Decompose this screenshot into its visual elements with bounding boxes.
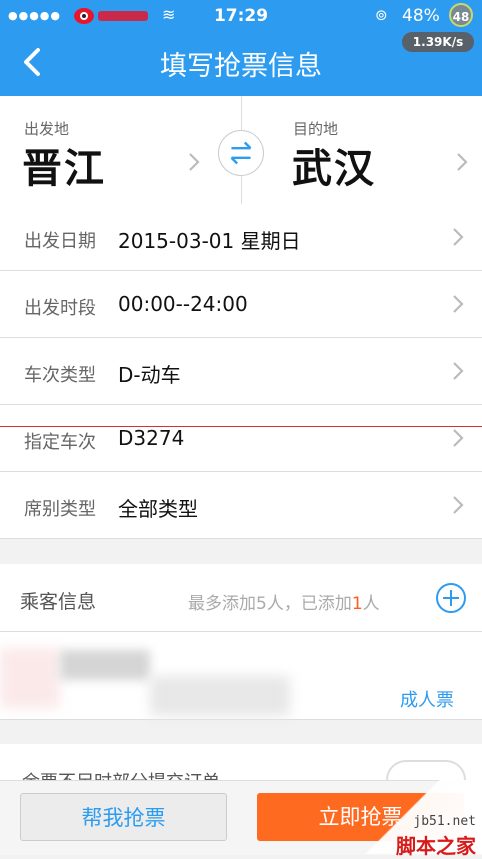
row-value: D-动车 <box>118 363 181 387</box>
from-station-name: 晋江 <box>22 146 106 192</box>
chevron-right-icon <box>453 295 464 313</box>
specified-train-row[interactable]: 指定车次 D3274 <box>0 405 482 472</box>
blurred-passenger-id <box>150 676 290 716</box>
row-label: 指定车次 <box>24 432 96 453</box>
chevron-right-icon <box>189 153 200 171</box>
row-value: 全部类型 <box>118 497 198 521</box>
annotation-line <box>0 426 482 427</box>
blurred-passenger-name <box>60 650 150 680</box>
battery-level: 48% <box>402 6 440 26</box>
help-grab-button[interactable]: 帮我抢票 <box>20 793 227 841</box>
train-type-row[interactable]: 车次类型 D-动车 <box>0 338 482 405</box>
passenger-row[interactable]: 成人票 <box>0 632 482 720</box>
chevron-right-icon <box>453 429 464 447</box>
watermark-name: 脚本之家 <box>396 834 476 858</box>
row-label: 车次类型 <box>24 365 96 386</box>
row-label: 出发日期 <box>24 231 96 252</box>
network-speed-badge: 1.39K/s <box>402 32 474 52</box>
seat-type-row[interactable]: 席别类型 全部类型 <box>0 472 482 539</box>
row-value: D3274 <box>118 426 185 450</box>
add-passenger-icon[interactable] <box>435 582 467 614</box>
swap-stations-icon[interactable] <box>218 130 264 176</box>
watermark: jb51.net 脚本之家 <box>360 780 482 858</box>
rotation-lock-icon: ⊚ <box>375 6 388 24</box>
passenger-info-header: 乘客信息 最多添加5人，已添加1人 <box>0 564 482 632</box>
row-label: 席别类型 <box>24 499 96 520</box>
row-value: 2015-03-01 星期日 <box>118 229 301 253</box>
chevron-right-icon <box>453 362 464 380</box>
to-station-name: 武汉 <box>292 146 376 192</box>
row-label: 出发时段 <box>24 298 96 319</box>
chevron-right-icon <box>453 496 464 514</box>
passenger-limit-prefix: 最多添加5人，已添加 <box>188 594 352 614</box>
chevron-right-icon <box>457 153 468 171</box>
watermark-url: jb51.net <box>413 814 476 829</box>
blurred-passenger-name <box>0 648 60 708</box>
partial-submit-row: 余票不足时部分提交订单 <box>0 744 482 784</box>
passenger-info-label: 乘客信息 <box>20 591 97 613</box>
passenger-limit-suffix: 人 <box>362 594 380 614</box>
passenger-count: 1 <box>351 594 363 614</box>
chevron-right-icon <box>453 228 464 246</box>
status-bar: ●●●●● ≋ 17:29 ⊚ 48% 48 <box>0 0 482 30</box>
departure-date-row[interactable]: 出发日期 2015-03-01 星期日 <box>0 204 482 271</box>
notification-badge: 48 <box>449 3 473 27</box>
departure-time-row[interactable]: 出发时段 00:00--24:00 <box>0 271 482 338</box>
ticket-type-link[interactable]: 成人票 <box>400 686 454 712</box>
passenger-limit-info: 最多添加5人，已添加1人 <box>188 589 380 614</box>
row-value: 00:00--24:00 <box>118 292 248 316</box>
